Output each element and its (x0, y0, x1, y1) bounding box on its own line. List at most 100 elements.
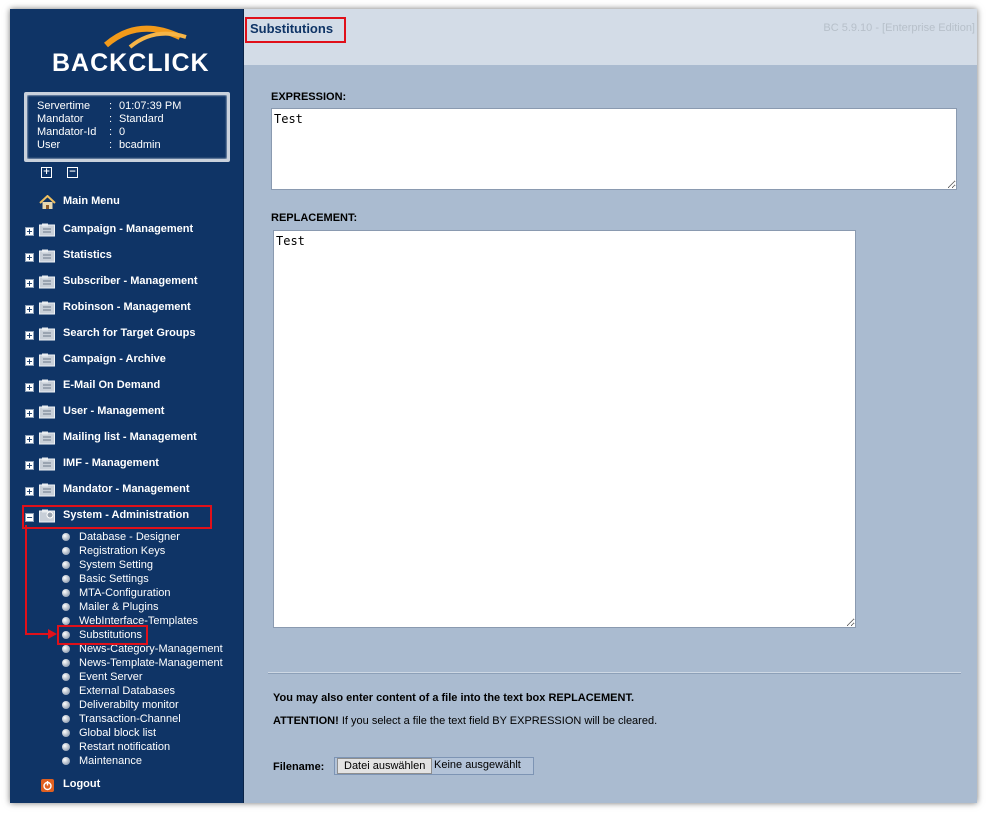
subnav-item-registration-keys[interactable]: Registration Keys (60, 545, 240, 559)
nav-item-label: IMF - Management (63, 457, 159, 469)
expand-icon[interactable]: + (25, 435, 34, 444)
folder-icon (39, 327, 56, 341)
expand-icon[interactable]: + (25, 331, 34, 340)
attention-label: ATTENTION! (273, 715, 339, 727)
file-note: You may also enter content of a file int… (273, 692, 635, 704)
bullet-icon (62, 757, 70, 765)
expression-textarea[interactable] (271, 108, 957, 190)
expand-icon[interactable]: + (25, 227, 34, 236)
folder-icon (39, 275, 56, 289)
bullet-icon (62, 617, 70, 625)
nav-item-label: E-Mail On Demand (63, 379, 161, 391)
bullet-icon (62, 603, 70, 611)
highlight-arrow (25, 525, 57, 639)
subnav-item-label: Deliverabilty monitor (79, 699, 179, 711)
nav-item-user-management[interactable]: + User - Management (10, 404, 243, 422)
folder-icon (39, 457, 56, 471)
subnav-item-label: Database - Designer (79, 531, 180, 543)
folder-icon (39, 223, 56, 237)
folder-icon (39, 249, 56, 263)
nav-item-label: Campaign - Management (63, 223, 194, 235)
logout-icon (41, 779, 54, 792)
subnav-item-label: Restart notification (79, 741, 171, 753)
nav-item-subscriber-management[interactable]: + Subscriber - Management (10, 274, 243, 292)
subnav-item-global-block-list[interactable]: Global block list (60, 727, 240, 741)
expand-icon[interactable]: + (25, 357, 34, 366)
nav-logout[interactable]: Logout (10, 777, 243, 795)
subnav-item-database-designer[interactable]: Database - Designer (60, 531, 240, 545)
subnav-item-external-databases[interactable]: External Databases (60, 685, 240, 699)
file-none-text: Keine ausgewählt (434, 759, 521, 771)
bullet-icon (62, 561, 70, 569)
nav-item-robinson-management[interactable]: + Robinson - Management (10, 300, 243, 318)
replacement-textarea[interactable] (273, 230, 856, 628)
nav-item-mailing-list-management[interactable]: + Mailing list - Management (10, 430, 243, 448)
expand-all-icon[interactable]: + (41, 167, 52, 178)
expand-icon[interactable]: + (25, 461, 34, 470)
nav-item-e-mail-on-demand[interactable]: + E-Mail On Demand (10, 378, 243, 396)
subnav-item-event-server[interactable]: Event Server (60, 671, 240, 685)
page-header: Substitutions BC 5.9.10 - [Enterprise Ed… (244, 9, 977, 65)
folder-icon (39, 353, 56, 367)
subnav-item-label: Mailer & Plugins (79, 601, 159, 613)
bullet-icon (62, 575, 70, 583)
bullet-icon (62, 743, 70, 751)
subnav-item-restart-notification[interactable]: Restart notification (60, 741, 240, 755)
expand-icon[interactable]: + (25, 409, 34, 418)
nav-main-menu-label: Main Menu (63, 195, 120, 207)
subnav-item-label: System Setting (79, 559, 153, 571)
subnav-item-label: News-Template-Management (79, 657, 223, 669)
nav-item-label: Mandator - Management (63, 483, 190, 495)
nav-item-label: Mailing list - Management (63, 431, 197, 443)
subnav-item-system-setting[interactable]: System Setting (60, 559, 240, 573)
subnav-item-mailer-plugins[interactable]: Mailer & Plugins (60, 601, 240, 615)
replacement-label: REPLACEMENT: (271, 212, 358, 224)
nav-item-statistics[interactable]: + Statistics (10, 248, 243, 266)
attention-note: ATTENTION! If you select a file the text… (273, 715, 657, 727)
expand-icon[interactable]: + (25, 253, 34, 262)
subnav-item-news-template-management[interactable]: News-Template-Management (60, 657, 240, 671)
subnav-item-deliverabilty-monitor[interactable]: Deliverabilty monitor (60, 699, 240, 713)
nav-item-campaign-archive[interactable]: + Campaign - Archive (10, 352, 243, 370)
subnav-item-label: Event Server (79, 671, 143, 683)
filename-label: Filename: (273, 761, 325, 773)
file-input[interactable]: Datei auswählen Keine ausgewählt (334, 757, 534, 775)
nav-item-mandator-management[interactable]: + Mandator - Management (10, 482, 243, 500)
expand-icon[interactable]: + (25, 279, 34, 288)
expand-icon[interactable]: + (25, 305, 34, 314)
nav-item-search-for-target-groups[interactable]: + Search for Target Groups (10, 326, 243, 344)
nav-item-label: Search for Target Groups (63, 327, 196, 339)
logo-text: BACKCLICK (52, 49, 210, 77)
subnav-item-maintenance[interactable]: Maintenance (60, 755, 240, 769)
expand-icon[interactable]: + (25, 487, 34, 496)
subnav-item-label: Global block list (79, 727, 157, 739)
nav-item-label: Subscriber - Management (63, 275, 198, 287)
highlight-substitutions (57, 625, 148, 645)
subnav-item-news-category-management[interactable]: News-Category-Management (60, 643, 240, 657)
nav-main-menu[interactable]: Main Menu (10, 194, 243, 212)
bullet-icon (62, 673, 70, 681)
nav-logout-label: Logout (63, 778, 101, 790)
subnav-item-mta-configuration[interactable]: MTA-Configuration (60, 587, 240, 601)
highlight-page-title (245, 17, 346, 43)
subnav-item-label: Maintenance (79, 755, 142, 767)
subnav-item-transaction-channel[interactable]: Transaction-Channel (60, 713, 240, 727)
nav-item-label: Robinson - Management (63, 301, 191, 313)
bullet-icon (62, 533, 70, 541)
expression-label: EXPRESSION: (271, 91, 347, 103)
bullet-icon (62, 715, 70, 723)
folder-icon (39, 483, 56, 497)
subnav-item-basic-settings[interactable]: Basic Settings (60, 573, 240, 587)
collapse-all-icon[interactable]: − (67, 167, 78, 178)
nav-item-imf-management[interactable]: + IMF - Management (10, 456, 243, 474)
bullet-icon (62, 701, 70, 709)
expand-icon[interactable]: + (25, 383, 34, 392)
bullet-icon (62, 729, 70, 737)
subnav-item-label: MTA-Configuration (79, 587, 171, 599)
subnav-item-label: Transaction-Channel (79, 713, 181, 725)
nav-item-campaign-management[interactable]: + Campaign - Management (10, 222, 243, 240)
folder-icon (39, 431, 56, 445)
bullet-icon (62, 645, 70, 653)
nav-item-label: User - Management (63, 405, 165, 417)
choose-file-button[interactable]: Datei auswählen (337, 758, 433, 774)
